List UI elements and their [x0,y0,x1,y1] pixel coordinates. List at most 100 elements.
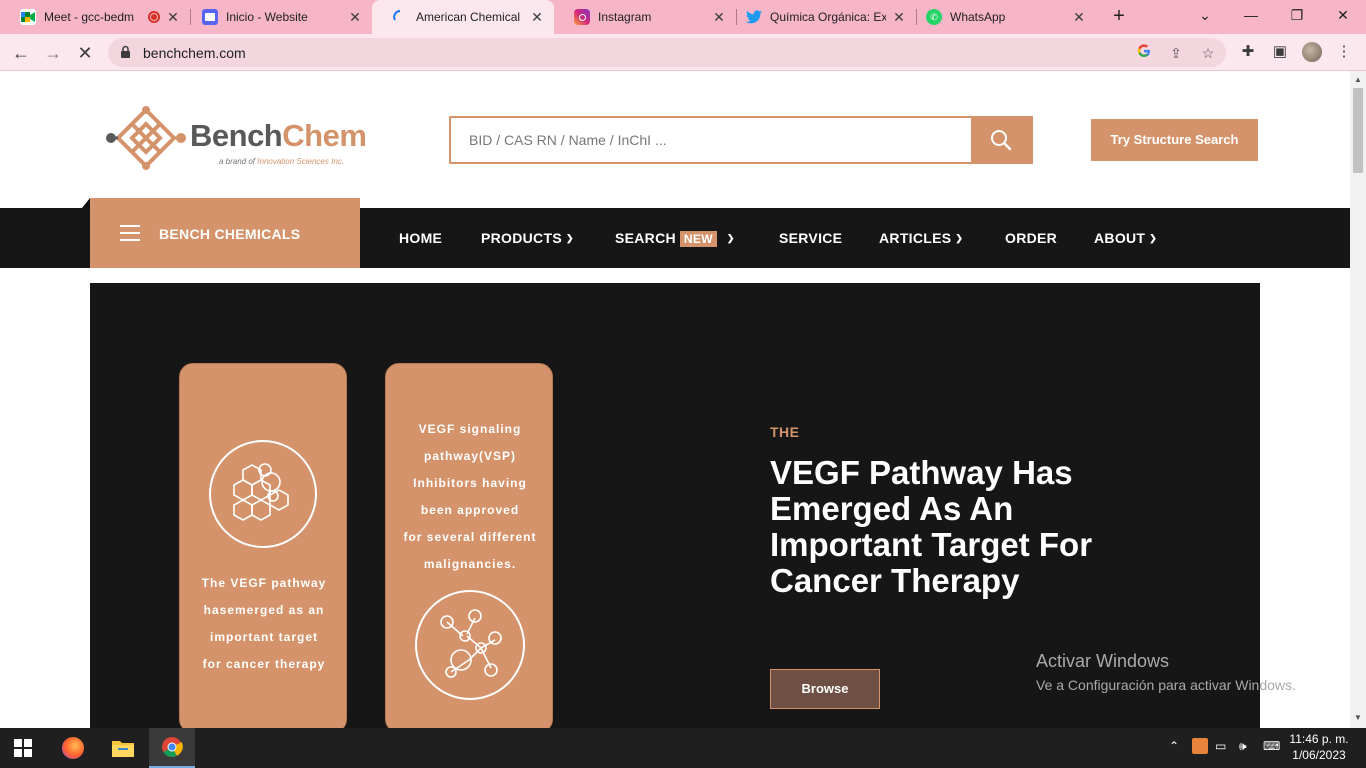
file-explorer-taskbar-button[interactable] [100,728,146,768]
chevron-up-icon[interactable]: ⌃ [1169,739,1179,753]
hamburger-icon [120,225,140,241]
card-2-line: been approved [420,503,520,517]
product-search-form [449,116,1033,164]
extensions-icon[interactable]: ✚ [1238,42,1258,62]
new-tab-button[interactable]: + [1108,6,1130,28]
restore-button[interactable]: ❐ [1274,0,1320,30]
logo-tag-company: Innovation Sciences Inc. [257,157,344,166]
tab-title: Inicio - Website [226,10,308,24]
logo-main-text: Bench [190,118,283,153]
nav-articles[interactable]: ARTICLES ❯ [879,230,963,246]
logo-wordmark: BenchChem [190,118,367,154]
close-tab-icon[interactable]: ✕ [892,9,906,26]
page-scrollbar[interactable]: ▲ ▼ [1350,71,1366,728]
chevron-down-icon: ❯ [1149,233,1158,243]
scroll-down-icon[interactable]: ▼ [1354,713,1362,722]
calendar-icon [202,9,218,25]
nav-articles-label: ARTICLES [879,230,952,246]
nav-about[interactable]: ABOUT ❯ [1094,230,1157,246]
structure-search-button[interactable]: Try Structure Search [1091,119,1258,161]
tab-twitter[interactable]: Química Orgánica: Exp ✕ [726,0,916,34]
close-window-button[interactable]: ✕ [1320,0,1366,30]
nav-products-label: PRODUCTS [481,230,562,246]
close-tab-icon[interactable]: ✕ [166,9,180,26]
nav-about-label: ABOUT [1094,230,1146,246]
chrome-taskbar-button[interactable] [149,728,195,768]
categories-menu-button[interactable]: BENCH CHEMICALS [82,198,360,268]
windows-taskbar: ⌃ ▭ 🕪 ⌨ 11:46 p. m. 1/06/2023 [0,728,1366,768]
google-icon[interactable] [1135,44,1153,62]
close-tab-icon[interactable]: ✕ [530,9,544,26]
product-search-input[interactable] [469,130,959,150]
close-tab-icon[interactable]: ✕ [1072,9,1086,26]
tab-title: American Chemical Su [416,10,524,24]
card-1-line: for cancer therapy [202,657,326,671]
chevron-down-icon: ❯ [565,233,574,243]
start-button[interactable] [0,728,46,768]
card-2-line: Inhibitors having [413,476,527,490]
app-tray-icon[interactable] [1192,738,1208,754]
profile-avatar[interactable] [1302,42,1322,62]
nav-service[interactable]: SERVICE [779,230,842,246]
minimize-button[interactable]: — [1228,0,1274,30]
logo-accent-text: Chem [282,118,367,153]
arrow-left-icon: ← [12,43,30,63]
battery-icon[interactable]: ▭ [1215,739,1226,753]
molecule-hexagon-icon [209,440,317,548]
card-1-line: The VEGF pathway [201,576,327,590]
firefox-icon [62,737,84,759]
nav-products[interactable]: PRODUCTS ❯ [481,230,574,246]
whatsapp-icon: ✆ [926,9,942,25]
card-1-text: The VEGF pathway hasemerged as an import… [184,570,344,678]
windows-activation-title: Activar Windows [1036,651,1170,671]
nav-home[interactable]: HOME [399,230,442,246]
browser-toolbar: ← → ✕ benchchem.com ⇪ ☆ ✚ ▣ ⋮ [0,34,1366,71]
tab-inicio[interactable]: Inicio - Website ✕ [182,0,372,34]
star-icon[interactable]: ☆ [1199,44,1217,62]
forward-button[interactable]: → [40,40,66,66]
tab-whatsapp[interactable]: ✆ WhatsApp ✕ [906,0,1096,34]
tab-meet[interactable]: Meet - gcc-bedm ✕ [0,0,190,34]
nav-search[interactable]: SEARCH NEW ❯ [615,230,735,247]
speaker-icon[interactable]: 🕪 [1239,739,1247,754]
benchchem-logo[interactable]: BenchChem a brand of Innovation Sciences… [106,104,367,170]
chrome-icon [162,737,183,758]
tab-instagram[interactable]: Instagram ✕ [554,0,736,34]
search-button[interactable] [971,118,1031,162]
google-meet-icon [20,9,36,25]
scroll-up-icon[interactable]: ▲ [1354,75,1362,84]
close-tab-icon[interactable]: ✕ [348,9,362,26]
clock-date: 1/06/2023 [1292,748,1346,762]
hero-headline: VEGF Pathway Has Emerged As An Important… [770,454,1093,599]
tab-title: Instagram [598,10,652,24]
back-button[interactable]: ← [8,40,34,66]
stop-loading-button[interactable]: ✕ [72,40,98,66]
search-icon [991,130,1012,151]
molecule-network-icon [415,590,525,700]
side-panel-icon[interactable]: ▣ [1270,42,1290,62]
nav-search-label: SEARCH [615,230,676,246]
tab-search-button[interactable]: ⌄ [1182,0,1228,30]
firefox-taskbar-button[interactable] [50,728,96,768]
close-icon: ✕ [77,43,93,63]
instagram-icon [574,9,590,25]
share-icon[interactable]: ⇪ [1167,44,1185,62]
card-1-line: hasemerged as an [203,603,325,617]
taskbar-clock[interactable]: 11:46 p. m. 1/06/2023 [1284,731,1354,763]
kebab-menu-icon[interactable]: ⋮ [1334,42,1354,62]
browse-button[interactable]: Browse [770,669,880,709]
tab-american-chemical[interactable]: American Chemical Su ✕ [372,0,554,34]
card-1-line: important target [209,630,318,644]
card-2-line: VEGF signaling [418,422,522,436]
url-text: benchchem.com [143,45,246,61]
nav-order[interactable]: ORDER [1005,230,1057,246]
card-2-line: for several different [403,530,537,544]
card-2-line: malignancies. [423,557,517,571]
logo-tagline: a brand of Innovation Sciences Inc. [219,157,344,166]
address-bar[interactable]: benchchem.com ⇪ ☆ [108,38,1226,67]
keyboard-icon[interactable]: ⌨ [1263,739,1280,753]
close-tab-icon[interactable]: ✕ [712,9,726,26]
categories-label: BENCH CHEMICALS [159,226,301,242]
lock-icon [120,45,131,64]
scrollbar-thumb[interactable] [1353,88,1363,173]
